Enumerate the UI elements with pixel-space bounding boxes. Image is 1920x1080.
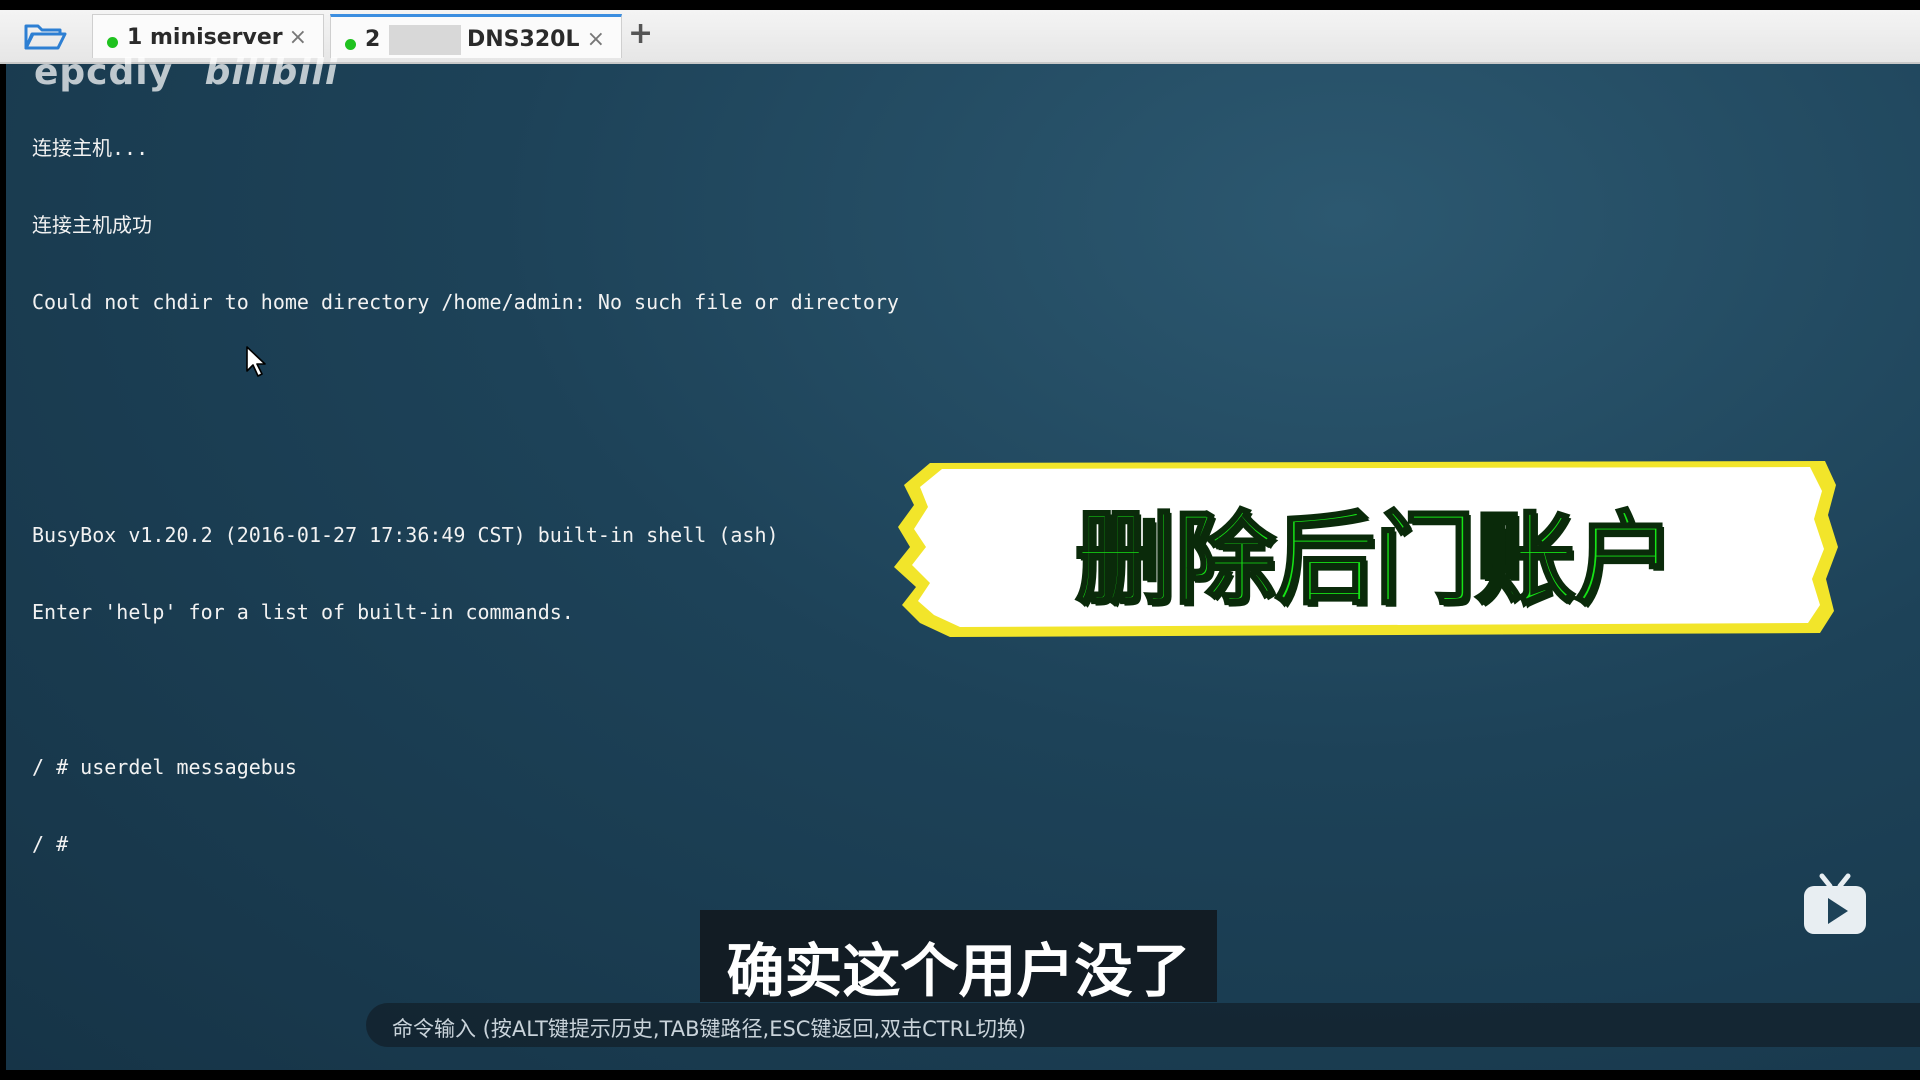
watermark-user: epcdiy: [34, 52, 174, 93]
bilibili-logo: bilibili: [204, 52, 339, 93]
terminal-line: / # userdel messagebus: [32, 754, 297, 779]
mouse-cursor-icon: [246, 346, 266, 377]
tab-dns320l[interactable]: 2 DNS320L ×: [330, 14, 622, 58]
bilibili-tv-icon: [1804, 873, 1866, 934]
tab-index: 1: [127, 25, 143, 50]
tab-title: miniserver: [149, 25, 283, 50]
tab-title: DNS320L: [467, 27, 580, 52]
close-icon[interactable]: ×: [289, 25, 307, 50]
watermark: epcdiy bilibili: [34, 52, 338, 93]
command-input-hint: 命令输入 (按ALT键提示历史,TAB键路径,ESC键返回,双击CTRL切换): [392, 1017, 1027, 1041]
tab-index: 2: [365, 27, 381, 52]
terminal-line: Enter 'help' for a list of built-in comm…: [32, 599, 574, 624]
terminal-line: 连接主机成功: [32, 212, 152, 237]
terminal-line: / #: [32, 832, 69, 857]
redacted-host: [389, 25, 461, 55]
subtitle-box: 确实这个用户没了: [700, 910, 1217, 1005]
connected-status-dot: [345, 39, 356, 50]
terminal-line: Could not chdir to home directory /home/…: [32, 290, 899, 315]
banner-title: 删除后门账户: [1074, 500, 1677, 620]
connected-status-dot: [107, 37, 118, 48]
folder-open-icon[interactable]: [20, 18, 70, 54]
terminal-line: 连接主机...: [32, 135, 149, 160]
command-input-bar[interactable]: 命令输入 (按ALT键提示历史,TAB键路径,ESC键返回,双击CTRL切换): [366, 1003, 1920, 1047]
add-tab-button[interactable]: +: [628, 16, 653, 51]
subtitle-text: 确实这个用户没了: [726, 937, 1191, 1005]
terminal-output: 连接主机... 连接主机成功 Could not chdir to home d…: [32, 84, 899, 910]
screen: 1 miniserver × 2 DNS320L × + 连接主机... 连接主…: [0, 0, 1920, 1080]
terminal-line: BusyBox v1.20.2 (2016-01-27 17:36:49 CST…: [32, 522, 779, 547]
close-icon[interactable]: ×: [587, 27, 605, 52]
